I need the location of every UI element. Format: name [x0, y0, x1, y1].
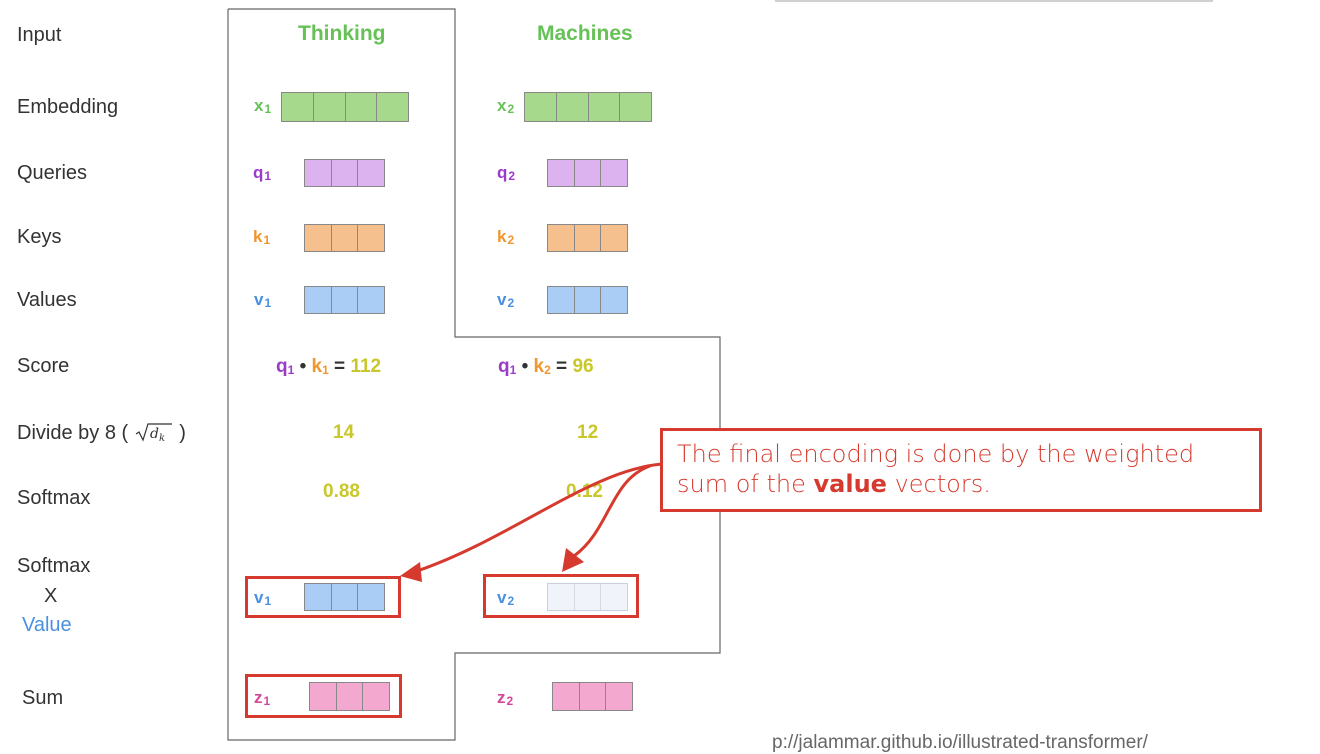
symbol-weighted-v1: v1	[254, 588, 271, 608]
symbol-weighted-v2: v2	[497, 588, 514, 608]
score-1-dot: •	[294, 356, 312, 377]
value-vector-v1	[304, 286, 385, 314]
score-1-q: q	[276, 356, 288, 377]
row-label-softmax-x-value-3: Value	[22, 614, 72, 636]
symbol-q2: q2	[497, 163, 515, 183]
symbol-q2-base: q	[497, 163, 508, 182]
word-thinking: Thinking	[298, 22, 386, 45]
symbol-v2: v2	[497, 290, 514, 310]
score-2: q1 • k2 = 96	[498, 356, 594, 378]
score-2-q: q	[498, 356, 510, 377]
diagram-outline	[227, 8, 721, 741]
divided-score-1: 14	[333, 422, 355, 443]
symbol-q2-sub: 2	[508, 169, 516, 183]
symbol-k2-base: k	[497, 227, 507, 246]
callout-line-2-pre: sum of the	[677, 470, 814, 498]
divided-score-2: 12	[577, 422, 599, 443]
softmax-score-1: 0.88	[323, 481, 360, 502]
row-label-values: Values	[17, 289, 77, 311]
svg-text:k: k	[159, 433, 165, 443]
symbol-z1-base: z	[254, 688, 263, 707]
row-label-softmax: Softmax	[17, 487, 91, 509]
symbol-v2-base: v	[497, 290, 507, 309]
value-vector-v2	[547, 286, 628, 314]
query-vector-q1	[304, 159, 385, 187]
output-vector-z1	[309, 682, 390, 711]
symbol-weighted-v2-base: v	[497, 588, 507, 607]
divide-label-text: Divide by 8 (	[17, 422, 129, 444]
symbol-v1-base: v	[254, 290, 264, 309]
symbol-k2: k2	[497, 227, 514, 247]
score-2-dot: •	[516, 356, 534, 377]
symbol-v2-sub: 2	[507, 296, 515, 310]
callout-line-2-post: vectors.	[886, 470, 991, 498]
divide-label-close: )	[179, 422, 186, 444]
symbol-z1: z1	[254, 688, 270, 708]
symbol-k1-sub: 1	[263, 233, 271, 247]
annotation-callout: The final encoding is done by the weight…	[660, 428, 1262, 512]
symbol-k1-base: k	[253, 227, 263, 246]
row-label-embedding: Embedding	[17, 96, 119, 118]
score-1-value: 112	[350, 356, 382, 377]
score-2-k: k	[533, 356, 545, 377]
row-label-softmax-x-value-1: Softmax	[17, 555, 91, 577]
row-label-score: Score	[17, 355, 70, 377]
callout-line-2-bold: value	[813, 470, 887, 498]
symbol-x1: x1	[254, 96, 271, 116]
callout-line-1: The final encoding is done by the weight…	[677, 440, 1195, 468]
embedding-vector-x2	[524, 92, 652, 122]
symbol-weighted-v2-sub: 2	[507, 594, 515, 608]
score-2-value: 96	[572, 356, 594, 377]
key-vector-k1	[304, 224, 385, 252]
score-2-eq: =	[550, 356, 573, 377]
weighted-value-vector-v2	[547, 583, 628, 611]
callout-line-2: sum of the value vectors.	[677, 469, 1245, 499]
query-vector-q2	[547, 159, 628, 187]
row-label-queries: Queries	[17, 162, 88, 184]
symbol-q1-sub: 1	[264, 169, 272, 183]
symbol-z2: z2	[497, 688, 513, 708]
row-label-input: Input	[17, 24, 62, 46]
symbol-z2-base: z	[497, 688, 506, 707]
sqrt-dk-formula: d k	[135, 423, 172, 444]
svg-text:d: d	[150, 426, 159, 442]
softmax-score-2: 0.12	[566, 481, 603, 502]
embedding-vector-x1	[281, 92, 409, 122]
symbol-v1: v1	[254, 290, 271, 310]
weighted-value-vector-v1	[304, 583, 385, 611]
score-2-k-sub: 2	[544, 363, 551, 377]
score-1-eq: =	[328, 356, 351, 377]
symbol-k1: k1	[253, 227, 270, 247]
symbol-x1-sub: 1	[264, 102, 272, 116]
row-label-softmax-x-value-2: X	[44, 585, 58, 607]
symbol-k2-sub: 2	[507, 233, 515, 247]
symbol-weighted-v1-sub: 1	[264, 594, 272, 608]
symbol-x2-base: x	[497, 96, 507, 115]
symbol-weighted-v1-base: v	[254, 588, 264, 607]
word-machines: Machines	[537, 22, 633, 45]
symbol-q1: q1	[253, 163, 271, 183]
row-label-divide: Divide by 8 ( d k )	[17, 421, 186, 445]
key-vector-k2	[547, 224, 628, 252]
symbol-z2-sub: 2	[506, 694, 514, 708]
symbol-x2: x2	[497, 96, 514, 116]
source-url: p://jalammar.github.io/illustrated-trans…	[772, 732, 1148, 753]
row-label-sum: Sum	[22, 687, 64, 709]
score-1-k: k	[311, 356, 323, 377]
symbol-x2-sub: 2	[507, 102, 515, 116]
output-vector-z2	[552, 682, 633, 711]
symbol-z1-sub: 1	[263, 694, 271, 708]
symbol-v1-sub: 1	[264, 296, 272, 310]
symbol-x1-base: x	[254, 96, 264, 115]
score-1-k-sub: 1	[322, 363, 329, 377]
score-1: q1 • k1 = 112	[276, 356, 381, 378]
row-label-keys: Keys	[17, 226, 62, 248]
symbol-q1-base: q	[253, 163, 264, 182]
